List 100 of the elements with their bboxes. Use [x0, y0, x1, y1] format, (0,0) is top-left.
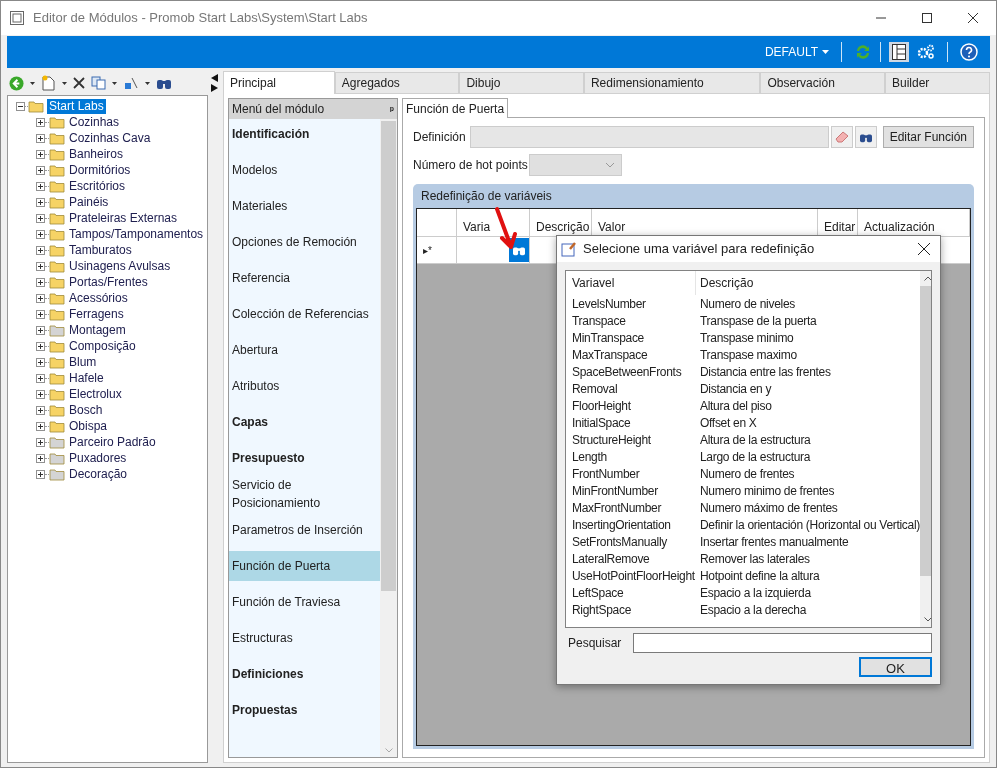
variable-name[interactable]: Length	[572, 447, 696, 466]
variable-description[interactable]: Espacio a la izquierda	[696, 583, 811, 602]
variable-name[interactable]: SpaceBetweenFronts	[572, 362, 696, 381]
menu-item[interactable]: Propuestas	[229, 695, 380, 725]
tree-item[interactable]: Usinagens Avulsas	[69, 258, 171, 274]
variable-description[interactable]: Numero minimo de frentes	[696, 481, 835, 500]
menu-item[interactable]: Parametros de Inserción	[229, 515, 380, 545]
expand-icon[interactable]	[36, 389, 45, 399]
tab[interactable]: Observación	[760, 72, 885, 94]
variable-description[interactable]: Altura del piso	[696, 396, 772, 415]
column-header[interactable]: Descrição	[696, 274, 754, 292]
tree-item[interactable]: Composição	[69, 338, 136, 354]
tree-item[interactable]: Hafele	[69, 370, 104, 386]
back-icon[interactable]	[9, 75, 24, 91]
tree-item[interactable]: Parceiro Padrão	[69, 434, 156, 450]
scrollbar[interactable]	[920, 271, 931, 627]
search-field[interactable]	[633, 633, 932, 653]
menu-item[interactable]: Función de Traviesa	[229, 587, 380, 617]
variable-name[interactable]: Transpace	[572, 311, 696, 330]
tree-item[interactable]: Electrolux	[69, 386, 122, 402]
variable-description[interactable]: Insertar frentes manualmente	[696, 532, 849, 551]
expand-icon[interactable]	[36, 325, 45, 335]
tab[interactable]: Principal	[223, 71, 335, 94]
delete-icon[interactable]	[73, 77, 85, 89]
tree-item[interactable]: Montagem	[69, 322, 126, 338]
menu-item[interactable]: Servicio de Posicionamiento	[229, 479, 380, 509]
variable-name[interactable]: MaxFrontNumber	[572, 498, 696, 517]
tree-item[interactable]: Tampos/Tamponamentos	[69, 226, 204, 242]
copy-icon[interactable]	[91, 76, 106, 90]
expand-icon[interactable]	[36, 117, 45, 127]
definition-field[interactable]	[470, 126, 829, 148]
variable-name[interactable]: InitialSpace	[572, 413, 696, 432]
variable-description[interactable]: Offset en X	[696, 413, 757, 432]
variable-description[interactable]: Largo de la estructura	[696, 447, 811, 466]
menu-item[interactable]: Abertura	[229, 335, 380, 365]
binoculars-button[interactable]	[854, 126, 877, 148]
scrollbar[interactable]	[380, 119, 397, 757]
profile-dropdown[interactable]: DEFAULT	[764, 43, 829, 61]
expand-icon[interactable]	[36, 341, 45, 351]
menu-item[interactable]: Identificación	[229, 119, 380, 149]
expand-icon[interactable]	[36, 197, 45, 207]
tree-item[interactable]: Decoração	[69, 466, 128, 482]
variable-description[interactable]: Remover las laterales	[696, 549, 810, 568]
new-document-icon[interactable]	[41, 75, 56, 91]
variable-description[interactable]: Distancia entre las frentes	[696, 362, 831, 381]
menu-item[interactable]: Capas	[229, 407, 380, 437]
tree-item[interactable]: Ferragens	[69, 306, 124, 322]
layout-button[interactable]	[889, 42, 909, 62]
column-header[interactable]: Variavel	[572, 271, 696, 295]
variable-name[interactable]: RightSpace	[572, 600, 696, 619]
menu-item[interactable]: Materiales	[229, 191, 380, 221]
expand-icon[interactable]	[36, 469, 45, 479]
variable-description[interactable]: Definir la orientación (Horizontal ou Vertical)	[696, 515, 920, 534]
tree-item[interactable]: Start Labs	[47, 98, 106, 114]
expand-icon[interactable]	[36, 181, 45, 191]
right-triangle-icon[interactable]	[210, 84, 218, 92]
tree-item[interactable]: Cozinhas Cava	[69, 130, 151, 146]
caret-icon[interactable]	[145, 81, 150, 85]
variable-description[interactable]: Numero de niveles	[696, 294, 795, 313]
variable-name[interactable]: SetFrontsManually	[572, 532, 696, 551]
tab[interactable]: Agregados	[334, 72, 460, 94]
variable-name[interactable]: MinFrontNumber	[572, 481, 696, 500]
expand-icon[interactable]	[36, 405, 45, 415]
tab[interactable]: Redimensionamiento	[583, 72, 761, 94]
variable-name[interactable]: Removal	[572, 379, 696, 398]
caret-icon[interactable]	[30, 81, 35, 85]
pin-icon[interactable]: ᵖ	[390, 101, 394, 117]
variable-description[interactable]: Transpase minimo	[696, 328, 794, 347]
tree-item[interactable]: Banheiros	[69, 146, 124, 162]
settings-icon[interactable]	[917, 44, 935, 60]
variable-name[interactable]: MaxTranspace	[572, 345, 696, 364]
expand-icon[interactable]	[36, 213, 45, 223]
expand-icon[interactable]	[36, 165, 45, 175]
column-header[interactable]: Varia	[457, 209, 530, 236]
variable-name[interactable]: UseHotPointFloorHeight	[572, 566, 696, 585]
variable-name[interactable]: FloorHeight	[572, 396, 696, 415]
edit-function-button[interactable]: Editar Función	[882, 126, 974, 148]
tab[interactable]: Builder	[885, 72, 990, 94]
variable-name[interactable]: LateralRemove	[572, 549, 696, 568]
menu-item[interactable]: Referencia	[229, 263, 380, 293]
menu-item[interactable]: Presupuesto	[229, 443, 380, 473]
expand-icon[interactable]	[36, 229, 45, 239]
expand-icon[interactable]	[36, 453, 45, 463]
variable-name[interactable]: StructureHeight	[572, 430, 696, 449]
tree-item[interactable]: Cozinhas	[69, 114, 120, 130]
expand-icon[interactable]	[36, 245, 45, 255]
caret-icon[interactable]	[62, 81, 67, 85]
collapse-icon[interactable]	[16, 101, 25, 111]
tree-item[interactable]: Escritórios	[69, 178, 125, 194]
help-icon[interactable]	[960, 43, 978, 61]
variable-description[interactable]: Transpase maximo	[696, 345, 797, 364]
caret-icon[interactable]	[112, 81, 117, 85]
tree-item[interactable]: Prateleiras Externas	[69, 210, 178, 226]
panel-tab[interactable]: Función de Puerta	[402, 98, 509, 118]
variable-description[interactable]: Altura de la estructura	[696, 430, 811, 449]
chevron-up-icon[interactable]	[923, 276, 931, 281]
ok-button[interactable]: OK	[859, 657, 932, 677]
tab[interactable]: Dibujo	[459, 72, 584, 94]
menu-item[interactable]: Modelos	[229, 155, 380, 185]
menu-item[interactable]: Función de Puerta	[229, 551, 380, 581]
